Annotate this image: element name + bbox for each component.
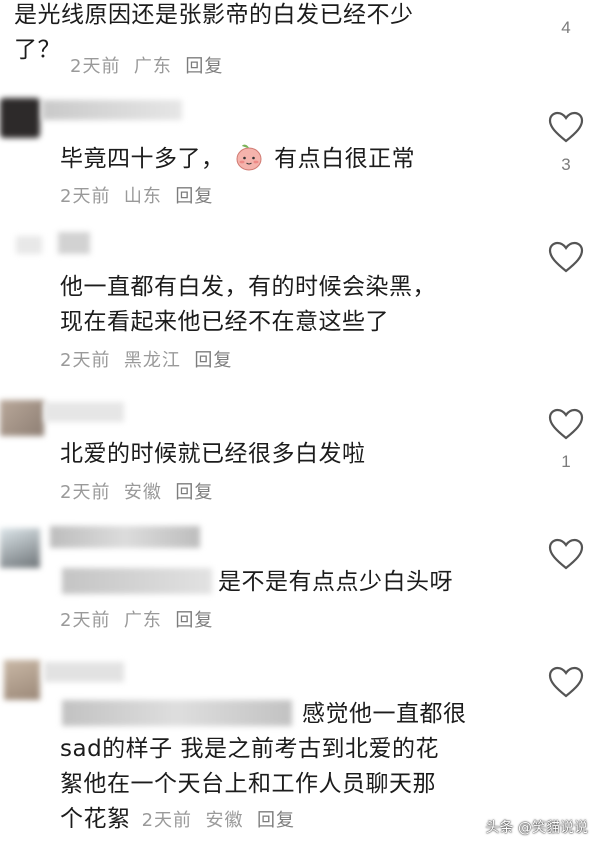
- comment-6-last-line: 个花絮 2天前 安徽 回复: [60, 802, 295, 837]
- comment-4-line-1: 北爱的时候就已经很多白发啦: [60, 441, 366, 467]
- comment-2-text-after: 有点白很正常: [274, 146, 416, 172]
- username-blurred: [44, 402, 124, 422]
- comment-2-text: 毕竟四十多了， 有点白很正常: [60, 142, 415, 177]
- like-count: 3: [561, 155, 571, 174]
- comment-time: 2天前: [60, 350, 111, 371]
- username-blurred: [50, 526, 200, 548]
- comment-1-line-1: 是光线原因还是张影帝的白发已经不少: [14, 2, 414, 28]
- comment-time: 2天前: [60, 482, 111, 503]
- comment-location: 山东: [123, 186, 162, 207]
- username-blurred: [44, 662, 124, 682]
- avatar: [0, 98, 40, 138]
- comment-location: 广东: [133, 56, 172, 77]
- like-count: 4: [561, 18, 571, 37]
- comment-3-meta: 2天前 黑龙江 回复: [60, 346, 232, 372]
- comment-time: 2天前: [60, 186, 111, 207]
- comment-location: 安徽: [123, 482, 162, 503]
- like-count: 1: [561, 452, 571, 471]
- comment-2-text-before: 毕竟四十多了，: [60, 146, 225, 172]
- mention-blurred: [62, 568, 212, 594]
- comment-3-text: 他一直都有白发，有的时候会染黑， 现在看起来他已经不在意这些了: [60, 270, 436, 340]
- avatar: [0, 400, 44, 436]
- heart-outline-icon[interactable]: [547, 110, 585, 144]
- comment-4-text: 北爱的时候就已经很多白发啦: [60, 437, 366, 472]
- comment-6-meta: 2天前 安徽 回复: [142, 810, 295, 831]
- comment-5-text: 是不是有点点少白头呀: [218, 565, 453, 600]
- reply-button[interactable]: 回复: [257, 810, 295, 831]
- comment-1-meta: 2天前 广东 回复: [70, 52, 223, 78]
- comment-time: 2天前: [141, 810, 193, 831]
- comment-3-line-2: 现在看起来他已经不在意这些了: [60, 309, 389, 335]
- comment-location: 广东: [123, 610, 162, 631]
- username-blurred: [42, 100, 182, 120]
- comment-location: 黑龙江: [123, 350, 181, 371]
- reply-button[interactable]: 回复: [175, 186, 213, 207]
- comment-6-line-2: sad的样子 我是之前考古到北爱的花: [60, 736, 439, 762]
- comment-5-line-1: 是不是有点点少白头呀: [218, 569, 453, 595]
- comment-5-meta: 2天前 广东 回复: [60, 606, 213, 632]
- avatar: [4, 660, 40, 700]
- username-blurred: [58, 232, 90, 254]
- peach-face-emoji-icon: [234, 142, 264, 172]
- comment-6-text: 感觉他一直都很 sad的样子 我是之前考古到北爱的花 絮他在一个天台上和工作人员…: [60, 697, 467, 802]
- comment-6-line-4: 个花絮: [60, 806, 131, 832]
- comment-time: 2天前: [70, 56, 121, 77]
- comment-location: 安徽: [205, 810, 244, 831]
- watermark: 头条 @笑貓说说: [485, 820, 588, 836]
- reply-button[interactable]: 回复: [194, 350, 232, 371]
- heart-outline-icon[interactable]: [547, 537, 585, 571]
- reply-button[interactable]: 回复: [175, 482, 213, 503]
- avatar: [0, 528, 40, 568]
- comment-time: 2天前: [60, 610, 111, 631]
- comment-4-meta: 2天前 安徽 回复: [60, 478, 213, 504]
- comment-2-meta: 2天前 山东 回复: [60, 182, 213, 208]
- heart-outline-icon[interactable]: [547, 407, 585, 441]
- comment-6-line-1: 感觉他一直都很: [302, 701, 467, 727]
- comment-6-line-3: 絮他在一个天台上和工作人员聊天那: [60, 771, 436, 797]
- comment-3-line-1: 他一直都有白发，有的时候会染黑，: [60, 274, 436, 300]
- reply-button[interactable]: 回复: [175, 610, 213, 631]
- heart-outline-icon[interactable]: [547, 665, 585, 699]
- avatar: [16, 236, 42, 254]
- reply-button[interactable]: 回复: [185, 56, 223, 77]
- heart-outline-icon[interactable]: [547, 240, 585, 274]
